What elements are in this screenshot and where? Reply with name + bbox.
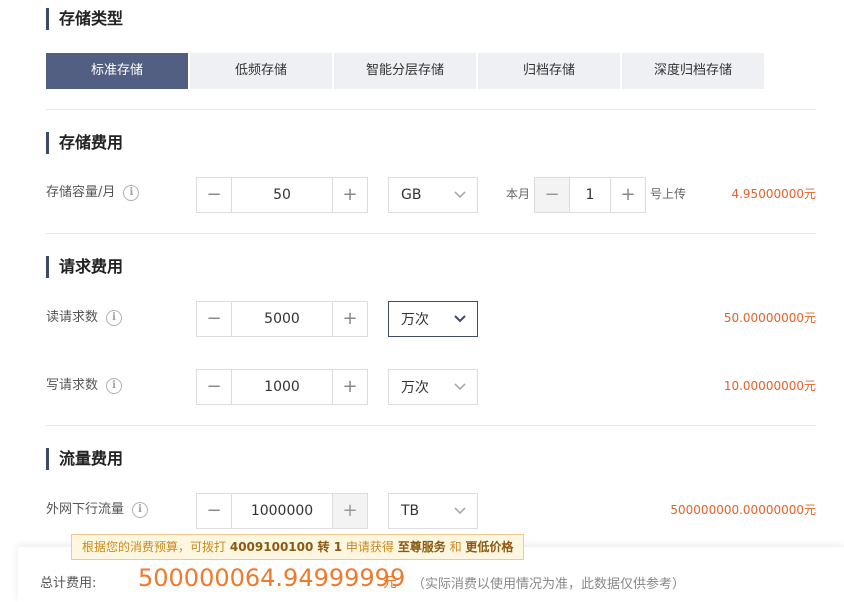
- storage-capacity-minus-button[interactable]: −: [197, 178, 232, 212]
- outbound-traffic-plus-button[interactable]: +: [332, 494, 367, 528]
- read-requests-label: 读请求数 i: [46, 309, 123, 327]
- storage-type-tabs: 标准存储 低频存储 智能分层存储 归档存储 深度归档存储: [46, 53, 766, 89]
- write-requests-unit-value: 万次: [401, 380, 429, 396]
- tip-phone[interactable]: 4009100100 转 1: [230, 540, 342, 554]
- read-requests-unit-value: 万次: [401, 312, 429, 328]
- upload-day-minus-button[interactable]: −: [535, 178, 570, 212]
- info-icon[interactable]: i: [132, 502, 149, 518]
- section-title-storage-fee: 存储费用: [46, 132, 123, 154]
- outbound-traffic-price: 500000000.00000000元: [670, 503, 816, 517]
- chevron-down-icon: [454, 315, 466, 323]
- total-value: 500000064.94999999: [138, 564, 406, 592]
- upload-day-stepper: − 1 +: [534, 177, 646, 213]
- divider: [46, 233, 816, 234]
- tip-and: 和: [449, 540, 462, 554]
- outbound-traffic-input[interactable]: 1000000: [232, 494, 332, 528]
- chevron-down-icon: [454, 191, 466, 199]
- current-month-label: 本月: [506, 187, 531, 201]
- write-requests-label: 写请求数 i: [46, 377, 123, 395]
- write-requests-plus-button[interactable]: +: [332, 370, 367, 404]
- chevron-down-icon: [454, 507, 466, 515]
- tab-standard-storage[interactable]: 标准存储: [46, 53, 188, 89]
- upload-day-suffix-label: 号上传: [650, 187, 687, 201]
- outbound-traffic-label-text: 外网下行流量: [46, 502, 125, 517]
- write-requests-label-text: 写请求数: [46, 378, 99, 393]
- write-requests-input[interactable]: 1000: [232, 370, 332, 404]
- read-requests-price: 50.00000000元: [723, 311, 816, 325]
- read-requests-label-text: 读请求数: [46, 310, 99, 325]
- upload-day-plus-button[interactable]: +: [610, 178, 645, 212]
- storage-unit-select[interactable]: GB: [388, 177, 478, 213]
- total-label: 总计费用:: [40, 576, 97, 591]
- section-title-traffic-fee: 流量费用: [46, 448, 123, 470]
- outbound-traffic-stepper: − 1000000 +: [196, 493, 368, 529]
- read-requests-minus-button[interactable]: −: [197, 302, 232, 336]
- storage-capacity-plus-button[interactable]: +: [332, 178, 367, 212]
- tip-service: 至尊服务: [397, 540, 446, 554]
- storage-capacity-label-text: 存储容量/月: [46, 185, 116, 200]
- tip-price: 更低价格: [465, 540, 514, 554]
- total-unit: 元: [383, 575, 397, 591]
- total-note: （实际消费以使用情况为准，此数据仅供参考）: [412, 577, 686, 592]
- outbound-traffic-label: 外网下行流量 i: [46, 501, 149, 519]
- divider: [46, 109, 816, 110]
- storage-capacity-input[interactable]: 50: [232, 178, 332, 212]
- outbound-traffic-minus-button[interactable]: −: [197, 494, 232, 528]
- tab-infrequent-storage[interactable]: 低频存储: [190, 53, 332, 89]
- budget-tip-banner: 根据您的消费预算，可拨打 4009100100 转 1 申请获得 至尊服务 和 …: [71, 534, 525, 560]
- chevron-down-icon: [454, 383, 466, 391]
- info-icon[interactable]: i: [106, 310, 123, 326]
- storage-capacity-label: 存储容量/月 i: [46, 184, 140, 202]
- storage-unit-value: GB: [401, 187, 422, 203]
- storage-capacity-stepper: − 50 +: [196, 177, 368, 213]
- upload-day-input[interactable]: 1: [570, 178, 610, 212]
- write-requests-unit-select[interactable]: 万次: [388, 369, 478, 405]
- read-requests-input[interactable]: 5000: [232, 302, 332, 336]
- outbound-traffic-unit-select[interactable]: TB: [388, 493, 478, 529]
- section-title-request-fee: 请求费用: [46, 256, 123, 278]
- tip-mid: 申请获得: [345, 540, 394, 554]
- read-requests-unit-select[interactable]: 万次: [388, 301, 478, 337]
- info-icon[interactable]: i: [123, 185, 140, 201]
- write-requests-stepper: − 1000 +: [196, 369, 368, 405]
- tip-prefix: 根据您的消费预算，可拨打: [82, 540, 227, 554]
- info-icon[interactable]: i: [106, 378, 123, 394]
- tab-archive-storage[interactable]: 归档存储: [478, 53, 620, 89]
- read-requests-stepper: − 5000 +: [196, 301, 368, 337]
- tab-intelligent-tiering-storage[interactable]: 智能分层存储: [334, 53, 476, 89]
- storage-price: 4.95000000元: [731, 187, 816, 201]
- write-requests-price: 10.00000000元: [723, 379, 816, 393]
- read-requests-plus-button[interactable]: +: [332, 302, 367, 336]
- section-title-storage-type: 存储类型: [46, 8, 123, 30]
- write-requests-minus-button[interactable]: −: [197, 370, 232, 404]
- tab-deep-archive-storage[interactable]: 深度归档存储: [622, 53, 764, 89]
- outbound-traffic-unit-value: TB: [401, 503, 420, 519]
- divider: [46, 425, 816, 426]
